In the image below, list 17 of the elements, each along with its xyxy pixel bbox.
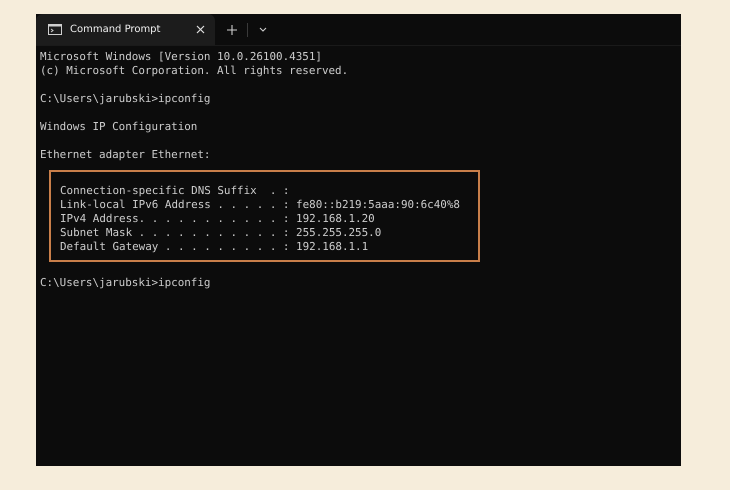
chevron-icon	[259, 27, 267, 32]
terminal-line: C:\Users\jarubski>ipconfig	[40, 276, 212, 290]
close-icon[interactable]	[196, 25, 205, 34]
terminal-tab[interactable]: Command Prompt	[36, 14, 215, 45]
terminal-line: IPv4 Address. . . . . . . . . . . : 192.168.1.20	[60, 212, 376, 226]
terminal-line: Default Gateway . . . . . . . . . : 192.168.1.1	[60, 240, 370, 254]
terminal-line: Subnet Mask . . . . . . . . . . . : 255.255.255.0	[60, 226, 382, 240]
plus-icon	[227, 24, 237, 34]
tab-title: Command Prompt	[70, 24, 162, 35]
terminal-line: Microsoft Windows [Version 10.0.26100.4351]	[40, 50, 323, 64]
terminal-line: Ethernet adapter Ethernet:	[40, 148, 212, 162]
terminal-line: Link-local IPv6 Address . . . . . : fe80::b219:5aaa:90:6c40%8	[60, 198, 461, 212]
terminal-line: C:\Users\jarubski>ipconfig	[40, 92, 212, 106]
terminal-line: Windows IP Configuration	[40, 120, 198, 134]
terminal-icon	[48, 24, 62, 35]
terminal-line: (c) Microsoft Corporation. All rights reserved.	[40, 64, 350, 78]
terminal-line: Connection-specific DNS Suffix . :	[60, 184, 290, 198]
